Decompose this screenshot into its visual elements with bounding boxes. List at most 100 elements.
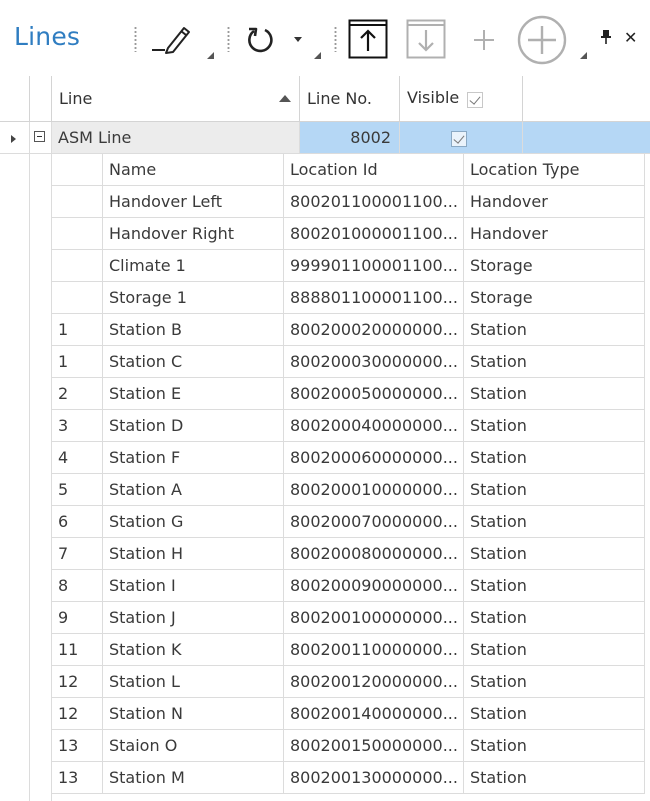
detail-cell-name[interactable]: Station I [103, 570, 284, 602]
detail-cell-name[interactable]: Station G [103, 506, 284, 538]
detail-header-location-type[interactable]: Location Type [464, 154, 645, 186]
edit-dropdown-corner[interactable] [207, 52, 214, 59]
detail-cell-location-id[interactable]: 800200130000000... [284, 762, 464, 794]
add-dropdown-corner[interactable] [580, 52, 587, 59]
detail-cell-name[interactable]: Station E [103, 378, 284, 410]
detail-cell-location-id[interactable]: 800200080000000... [284, 538, 464, 570]
import-button[interactable] [406, 19, 446, 59]
detail-cell-location-id[interactable]: 800201100001100... [284, 186, 464, 218]
detail-cell-location-type[interactable]: Station [464, 314, 645, 346]
visible-header-checkbox[interactable] [467, 92, 483, 108]
detail-cell-seq[interactable]: 11 [52, 634, 103, 666]
column-header-line-no[interactable]: Line No. [300, 76, 400, 122]
master-row-line[interactable]: ASM Line [52, 122, 300, 154]
detail-cell-name[interactable]: Station B [103, 314, 284, 346]
detail-cell-name[interactable]: Station K [103, 634, 284, 666]
detail-cell-seq[interactable]: 4 [52, 442, 103, 474]
detail-cell-name[interactable]: Station N [103, 698, 284, 730]
detail-cell-name[interactable]: Station M [103, 762, 284, 794]
detail-cell-seq[interactable] [52, 250, 103, 282]
master-row-visible[interactable] [400, 122, 523, 154]
detail-cell-name[interactable]: Station A [103, 474, 284, 506]
detail-cell-name[interactable]: Station H [103, 538, 284, 570]
close-icon[interactable]: ✕ [624, 28, 637, 47]
detail-cell-seq[interactable]: 12 [52, 698, 103, 730]
detail-cell-location-id[interactable]: 800200100000000... [284, 602, 464, 634]
refresh-dropdown-corner[interactable] [314, 52, 321, 59]
add-button[interactable] [470, 26, 498, 54]
detail-cell-location-id[interactable]: 800200030000000... [284, 346, 464, 378]
detail-header-name[interactable]: Name [103, 154, 284, 186]
detail-cell-location-type[interactable]: Station [464, 666, 645, 698]
detail-cell-seq[interactable]: 13 [52, 762, 103, 794]
detail-cell-location-type[interactable]: Handover [464, 186, 645, 218]
detail-cell-seq[interactable]: 7 [52, 538, 103, 570]
detail-cell-seq[interactable]: 12 [52, 666, 103, 698]
detail-cell-location-id[interactable]: 800200110000000... [284, 634, 464, 666]
detail-cell-location-id[interactable]: 800200140000000... [284, 698, 464, 730]
detail-cell-location-id[interactable]: 800200050000000... [284, 378, 464, 410]
detail-header-seq[interactable] [52, 154, 103, 186]
detail-cell-name[interactable]: Handover Left [103, 186, 284, 218]
detail-cell-seq[interactable]: 5 [52, 474, 103, 506]
detail-cell-location-id[interactable]: 800200010000000... [284, 474, 464, 506]
detail-cell-seq[interactable] [52, 218, 103, 250]
detail-cell-seq[interactable]: 8 [52, 570, 103, 602]
refresh-button[interactable] [240, 20, 280, 60]
visible-checkbox[interactable] [451, 130, 467, 147]
detail-cell-location-id[interactable]: 800200090000000... [284, 570, 464, 602]
detail-cell-seq[interactable]: 13 [52, 730, 103, 762]
pin-button[interactable] [599, 28, 613, 46]
row-indicator[interactable] [0, 122, 30, 154]
detail-cell-location-id[interactable]: 800200120000000... [284, 666, 464, 698]
detail-cell-location-type[interactable]: Station [464, 442, 645, 474]
detail-cell-name[interactable]: Station F [103, 442, 284, 474]
detail-cell-name[interactable]: Station J [103, 602, 284, 634]
detail-cell-location-id[interactable]: 800200070000000... [284, 506, 464, 538]
detail-cell-location-type[interactable]: Station [464, 602, 645, 634]
detail-cell-name[interactable]: Station D [103, 410, 284, 442]
edit-button[interactable] [146, 18, 194, 58]
detail-cell-name[interactable]: Storage 1 [103, 282, 284, 314]
detail-cell-location-type[interactable]: Station [464, 474, 645, 506]
detail-cell-location-type[interactable]: Station [464, 410, 645, 442]
detail-cell-location-type[interactable]: Station [464, 730, 645, 762]
detail-cell-location-id[interactable]: 800201000001100... [284, 218, 464, 250]
detail-cell-seq[interactable]: 1 [52, 314, 103, 346]
detail-cell-seq[interactable]: 6 [52, 506, 103, 538]
detail-cell-location-type[interactable]: Station [464, 634, 645, 666]
detail-cell-location-id[interactable]: 800200020000000... [284, 314, 464, 346]
detail-cell-name[interactable]: Station L [103, 666, 284, 698]
master-row-line-no[interactable]: 8002 [300, 122, 400, 154]
detail-cell-location-type[interactable]: Handover [464, 218, 645, 250]
detail-cell-location-type[interactable]: Station [464, 538, 645, 570]
detail-cell-location-id[interactable]: 888801100001100... [284, 282, 464, 314]
detail-cell-location-type[interactable]: Station [464, 762, 645, 794]
refresh-dropdown-caret[interactable] [294, 37, 302, 42]
detail-cell-name[interactable]: Handover Right [103, 218, 284, 250]
detail-cell-seq[interactable]: 9 [52, 602, 103, 634]
detail-cell-seq[interactable]: 1 [52, 346, 103, 378]
column-header-line[interactable]: Line [52, 76, 300, 122]
column-header-visible[interactable]: Visible [400, 76, 523, 122]
detail-cell-location-type[interactable]: Storage [464, 282, 645, 314]
detail-cell-location-id[interactable]: 800200150000000... [284, 730, 464, 762]
detail-cell-location-type[interactable]: Station [464, 698, 645, 730]
detail-cell-seq[interactable]: 2 [52, 378, 103, 410]
detail-cell-name[interactable]: Staion O [103, 730, 284, 762]
export-button[interactable] [348, 19, 388, 59]
detail-cell-location-type[interactable]: Station [464, 506, 645, 538]
detail-cell-seq[interactable] [52, 282, 103, 314]
detail-cell-name[interactable]: Climate 1 [103, 250, 284, 282]
detail-cell-location-id[interactable]: 800200060000000... [284, 442, 464, 474]
detail-cell-seq[interactable]: 3 [52, 410, 103, 442]
detail-cell-seq[interactable] [52, 186, 103, 218]
detail-cell-location-id[interactable]: 999901100001100... [284, 250, 464, 282]
detail-cell-location-type[interactable]: Storage [464, 250, 645, 282]
detail-cell-location-type[interactable]: Station [464, 378, 645, 410]
add-circle-button[interactable] [516, 14, 568, 66]
detail-cell-location-id[interactable]: 800200040000000... [284, 410, 464, 442]
detail-cell-location-type[interactable]: Station [464, 346, 645, 378]
detail-header-location-id[interactable]: Location Id [284, 154, 464, 186]
master-row-expander[interactable] [30, 122, 52, 154]
